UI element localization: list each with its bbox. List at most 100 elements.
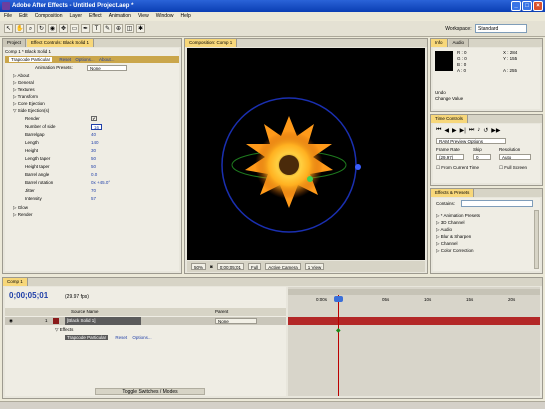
maximize-button[interactable]: □ [522,1,532,11]
prop-jitter[interactable]: Jitter 70 [5,187,179,194]
eye-icon[interactable]: ◉ [9,317,13,325]
group-transform[interactable]: ▷ Transform [5,93,179,100]
play-icon[interactable]: ▶ [452,127,457,134]
comp-timecode[interactable]: 0;00;05;01 [216,263,245,270]
last-frame-icon[interactable]: ⏭ [469,127,474,134]
next-frame-icon[interactable]: ▶| [460,127,466,134]
menu-help[interactable]: Help [180,12,190,21]
keyframe-icon[interactable]: ◆ [336,327,341,334]
group-core-ejection[interactable]: ▷ Core Ejection [5,100,179,107]
frame-rate-field[interactable]: (29.97) [436,154,464,160]
menu-effect[interactable]: Effect [89,12,102,21]
effects-row[interactable]: ▽ Effects [5,326,286,334]
pan-behind-tool-icon[interactable]: ✥ [59,24,68,33]
parent-dropdown[interactable]: None [215,318,257,324]
camera-tool-icon[interactable]: ◉ [48,24,57,33]
preset-item[interactable]: ▷ 3D Channel [436,219,480,226]
workspace-selector[interactable]: Workspace: Standard [445,24,527,34]
render-checkbox[interactable]: ✔ [91,116,97,121]
layer-row[interactable]: ◉ 1 [Black Solid 1] None [5,317,286,325]
prev-frame-icon[interactable]: ◀ [444,127,449,134]
animation-presets-dropdown[interactable]: None [87,64,127,71]
effects-search-input[interactable] [461,200,533,207]
prop-barrelgap[interactable]: Barrelgap 40 [5,131,179,138]
menu-composition[interactable]: Composition [35,12,63,21]
time-indicator-head[interactable] [334,296,343,302]
group-glow[interactable]: ▷ Glow [5,204,179,211]
effect-header-row[interactable]: Trapcode Particular Reset Options... Abo… [5,56,179,63]
tab-time-controls[interactable]: Time Controls [431,115,468,123]
audio-icon[interactable]: ♪ [477,127,480,134]
zoom-tool-icon[interactable]: ⌕ [26,24,35,33]
group-about[interactable]: ▷ About [5,72,179,79]
puppet-tool-icon[interactable]: ✱ [136,24,145,33]
about-link[interactable]: About... [99,57,115,62]
menu-edit[interactable]: Edit [19,12,28,21]
light-handle[interactable] [355,164,361,170]
menu-file[interactable]: File [4,12,12,21]
group-render[interactable]: ▷ Render [5,211,179,218]
prop-value[interactable]: 140 [91,139,99,146]
pen-tool-icon[interactable]: ✒ [81,24,90,33]
mask-tool-icon[interactable]: ▭ [70,24,79,33]
number-of-side-field[interactable]: 16 [91,123,103,130]
prop-value[interactable]: 50 [91,155,96,162]
rotate-tool-icon[interactable]: ↻ [37,24,46,33]
prop-length-taper[interactable]: Length taper 50 [5,155,179,162]
preset-item[interactable]: ▷ Channel [436,240,480,247]
resolution-dropdown[interactable]: Full [248,263,262,270]
preset-item[interactable]: ▷ * Animation Presets [436,212,480,219]
prop-render[interactable]: Render ✔ [5,115,179,122]
view-dropdown[interactable]: 1 View [304,263,325,270]
group-side-ejection[interactable]: ▽ Side Ejection(s) [5,107,179,114]
current-time-indicator[interactable] [338,295,339,396]
tab-composition[interactable]: Composition: Comp 1 [185,39,238,47]
prop-number-of-side[interactable]: Number of side 16 [5,123,179,130]
prop-value[interactable]: 70 [91,187,96,194]
preset-item[interactable]: ▷ Blur & Sharpen [436,233,480,240]
prop-value[interactable]: 0.0 [91,171,97,178]
tab-timeline-comp1[interactable]: Comp 1 [3,278,28,286]
group-general[interactable]: ▷ General [5,79,179,86]
full-screen-checkbox[interactable]: ☐ Full Screen [499,165,527,171]
hand-tool-icon[interactable]: ✋ [15,24,24,33]
group-textures[interactable]: ▷ Textures [5,86,179,93]
composition-viewer[interactable] [187,48,425,260]
toggle-switches-modes-button[interactable]: Toggle Switches / Modes [95,388,205,395]
prop-value[interactable]: 50 [91,163,96,170]
selection-tool-icon[interactable]: ↖ [4,24,13,33]
timeline-graph[interactable]: 0:00s 05s 10s 15s 20s ◆ [288,287,540,396]
effect-reset-link[interactable]: Reset [115,335,127,340]
close-button[interactable]: × [533,1,543,11]
work-area-bar[interactable] [288,289,540,295]
prop-intensity[interactable]: Intensity 57 [5,195,179,202]
options-link[interactable]: Options... [75,57,94,62]
snapshot-icon[interactable]: ◙ [210,264,213,269]
time-ruler[interactable]: 0:00s 05s 10s 15s 20s [288,297,540,307]
clone-tool-icon[interactable]: ⊕ [114,24,123,33]
zoom-dropdown[interactable]: 50% [191,263,207,270]
skip-field[interactable]: 0 [473,154,491,160]
prop-value[interactable]: 40 [91,131,96,138]
effect-row[interactable]: Trapcode Particular Reset Options... [5,334,286,342]
preview-options-dropdown[interactable]: RAM Preview Options [436,138,506,144]
from-current-checkbox[interactable]: ☐ From Current Time [436,165,479,171]
emitter-handle[interactable] [307,176,313,182]
brush-tool-icon[interactable]: ✎ [103,24,112,33]
prop-barrel-angle[interactable]: Barrel angle 0.0 [5,171,179,178]
prop-value[interactable]: 30 [91,147,96,154]
timeline-timecode[interactable]: 0;00;05;01 [9,291,48,300]
menu-animation[interactable]: Animation [109,12,131,21]
ram-preview-icon[interactable]: ▶▶ [491,127,500,134]
menu-layer[interactable]: Layer [69,12,82,21]
presets-scrollbar[interactable] [534,210,539,269]
preset-item[interactable]: ▷ Audio [436,226,480,233]
tab-info[interactable]: Info [431,39,448,47]
workspace-dropdown[interactable]: Standard [475,24,527,33]
first-frame-icon[interactable]: ⏮ [436,127,441,134]
preset-item[interactable]: ▷ Color Correction [436,247,480,254]
menu-view[interactable]: View [138,12,149,21]
effect-options-link[interactable]: Options... [132,335,151,340]
menu-window[interactable]: Window [156,12,174,21]
tab-effect-controls[interactable]: Effect Controls: Black Solid 1 [27,39,94,47]
